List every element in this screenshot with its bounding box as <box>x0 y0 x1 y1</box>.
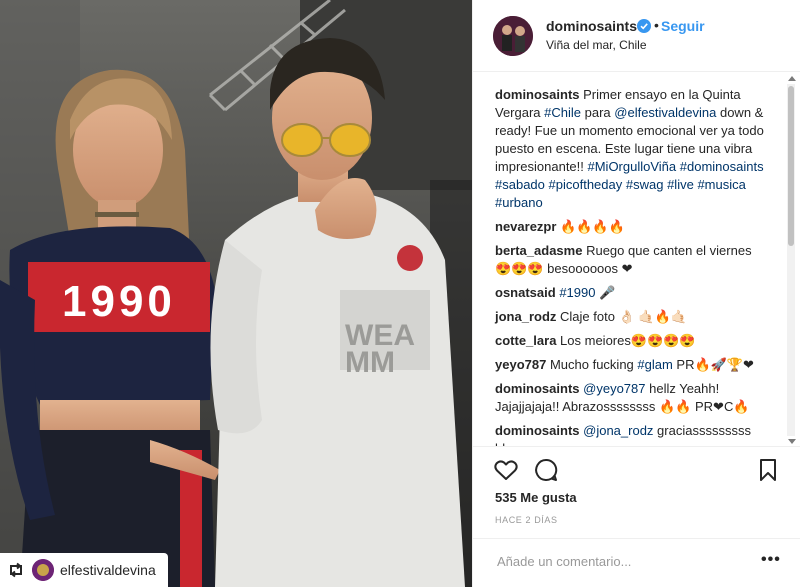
comment-username[interactable]: nevarezpr <box>495 219 556 234</box>
scrollbar-thumb[interactable] <box>788 86 794 246</box>
bookmark-icon[interactable] <box>755 457 781 483</box>
comment-username[interactable]: yeyo787 <box>495 357 546 372</box>
comment-item: nevarezpr 🔥🔥🔥🔥 <box>495 218 765 236</box>
comments-scrollbar[interactable] <box>786 76 796 444</box>
comment-username[interactable]: dominosaints <box>495 381 580 396</box>
comment-item: yeyo787 Mucho fucking #glam PR🔥🚀🏆❤ <box>495 356 765 374</box>
comment-hashtag[interactable]: #swag <box>626 177 664 192</box>
comment-text: 🔥🔥🔥🔥 <box>560 219 625 234</box>
comment-item: cotte_lara Los meiores😍😍😍😍 <box>495 332 765 350</box>
shirt-print-text: 1990 <box>62 277 176 326</box>
comment-text: Los meiores😍😍😍😍 <box>560 333 696 348</box>
post-header: dominosaints • Seguir Viña del mar, Chil… <box>473 0 800 72</box>
regram-account-avatar[interactable] <box>32 559 54 581</box>
comment-text: Mucho fucking <box>549 357 638 372</box>
comment-hashtag[interactable]: #1990 <box>559 285 595 300</box>
verified-badge-icon <box>637 19 651 33</box>
comment-item: osnatsaid #1990 🎤 <box>495 284 765 302</box>
comment-hashtag[interactable]: #sabado <box>495 177 545 192</box>
regram-icon <box>6 560 26 580</box>
comment-hashtag[interactable]: #picoftheday <box>549 177 623 192</box>
comment-item: berta_adasme Ruego que canten el viernes… <box>495 242 765 278</box>
heart-icon[interactable] <box>493 457 519 483</box>
comment-icon[interactable] <box>533 457 559 483</box>
comment-hashtag[interactable]: #Chile <box>544 105 581 120</box>
comment-username[interactable]: dominosaints <box>495 87 580 102</box>
scroll-up-arrow-icon[interactable] <box>788 76 796 81</box>
comment-mention[interactable]: @yeyo787 <box>583 381 645 396</box>
scroll-down-arrow-icon[interactable] <box>788 439 796 444</box>
avatar[interactable] <box>493 16 533 56</box>
comment-item: dominosaints Primer ensayo en la Quinta … <box>495 86 765 212</box>
comment-item: dominosaints @yeyo787 hellz Yeahh! Jajaj… <box>495 380 765 416</box>
comments-list[interactable]: dominosaints Primer ensayo en la Quinta … <box>473 72 800 446</box>
comment-username[interactable]: cotte_lara <box>495 333 556 348</box>
comment-item: jona_rodz Claje foto 👌🏻 🤙🏻🔥🤙🏻 <box>495 308 765 326</box>
post-sidebar: dominosaints • Seguir Viña del mar, Chil… <box>472 0 800 587</box>
follow-button[interactable]: Seguir <box>661 18 705 34</box>
post-author-username[interactable]: dominosaints <box>546 18 637 34</box>
post-timestamp[interactable]: HACE 2 DÍAS <box>495 515 558 525</box>
comment-hashtag[interactable]: #glam <box>637 357 672 372</box>
post-photo[interactable]: 1990 WEA MM elfestivaldevina <box>0 0 472 587</box>
svg-text:MM: MM <box>345 346 395 379</box>
likes-count[interactable]: 535 Me gusta <box>495 490 577 505</box>
comment-username[interactable]: dominosaints <box>495 423 580 438</box>
comment-text: PR🔥🚀🏆❤ <box>672 357 754 372</box>
comment-username[interactable]: osnatsaid <box>495 285 556 300</box>
comment-username[interactable]: jona_rodz <box>495 309 556 324</box>
comment-text: Claje foto 👌🏻 🤙🏻🔥🤙🏻 <box>560 309 687 324</box>
post-actions: 535 Me gusta HACE 2 DÍAS <box>473 446 800 547</box>
comment-text: 🎤 <box>595 285 616 300</box>
comment-hashtag[interactable]: #MiOrgulloViña <box>588 159 677 174</box>
comments-container: dominosaints Primer ensayo en la Quinta … <box>495 86 765 446</box>
header-separator: • <box>654 17 659 33</box>
post-image: 1990 WEA MM <box>0 0 472 587</box>
more-options-button[interactable]: ••• <box>761 551 781 569</box>
add-comment-bar: ••• <box>473 538 800 587</box>
comment-hashtag[interactable]: #urbano <box>495 195 543 210</box>
comment-hashtag[interactable]: #live <box>667 177 694 192</box>
comment-input[interactable] <box>495 553 749 570</box>
comment-item: dominosaints @jona_rodz graciasssssssss … <box>495 422 765 446</box>
comment-hashtag[interactable]: #musica <box>697 177 745 192</box>
regram-badge[interactable]: elfestivaldevina <box>0 553 168 587</box>
comment-hashtag[interactable]: #dominosaints <box>680 159 764 174</box>
post-location[interactable]: Viña del mar, Chile <box>546 38 647 52</box>
comment-mention[interactable]: @jona_rodz <box>583 423 653 438</box>
regram-account-name[interactable]: elfestivaldevina <box>60 562 156 578</box>
comment-text: para <box>581 105 615 120</box>
comment-mention[interactable]: @elfestivaldevina <box>614 105 716 120</box>
comment-username[interactable]: berta_adasme <box>495 243 582 258</box>
